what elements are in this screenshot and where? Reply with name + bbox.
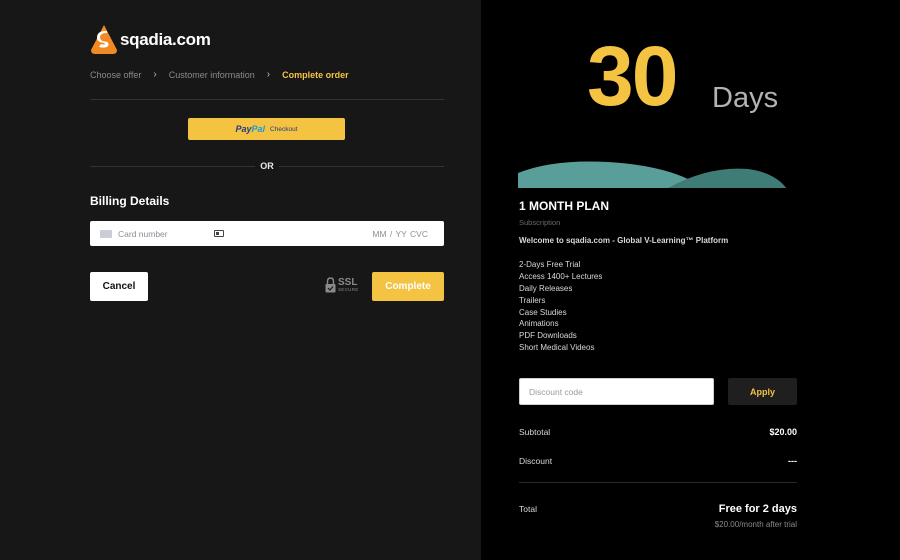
brand-name: sqadia.com xyxy=(120,30,211,49)
feature-item: Animations xyxy=(519,319,559,329)
breadcrumb: Choose offer › Customer information › Co… xyxy=(90,69,349,80)
wave-decoration xyxy=(518,161,786,188)
divider xyxy=(519,482,797,483)
paypal-checkout-button[interactable]: Pay Pal Checkout xyxy=(188,118,345,140)
or-separator: OR xyxy=(255,161,279,171)
expiry-cvc-placeholder[interactable]: MM / YY CVC xyxy=(372,229,428,239)
breadcrumb-customer-information[interactable]: Customer information xyxy=(169,70,255,80)
discount-code-placeholder: Discount code xyxy=(529,386,583,397)
total-label: Total xyxy=(519,504,537,514)
billing-details-heading: Billing Details xyxy=(90,194,170,208)
plan-days-word: Days xyxy=(712,82,779,114)
autofill-card-icon[interactable] xyxy=(214,230,224,237)
ssl-secure-badge: SSL SECURE xyxy=(325,277,359,293)
ssl-sublabel: SECURE xyxy=(338,286,359,292)
lock-icon xyxy=(325,277,336,293)
card-number-input[interactable]: Card number MM / YY CVC xyxy=(90,221,444,246)
feature-item: Case Studies xyxy=(519,307,567,317)
discount-value: --- xyxy=(788,456,797,466)
card-number-placeholder: Card number xyxy=(118,228,168,239)
feature-item: Short Medical Videos xyxy=(519,343,595,353)
total-value: Free for 2 days xyxy=(718,503,797,515)
feature-item: Daily Releases xyxy=(519,283,573,293)
chevron-right-icon: › xyxy=(153,69,157,80)
paypal-checkout-label: Checkout xyxy=(270,125,298,133)
paypal-logo-pal: Pal xyxy=(251,124,266,134)
sqadia-logo-icon xyxy=(91,25,117,54)
paypal-logo-pay: Pay xyxy=(235,124,252,134)
discount-code-input[interactable]: Discount code xyxy=(519,378,714,405)
cancel-button[interactable]: Cancel xyxy=(90,272,148,301)
breadcrumb-choose-offer[interactable]: Choose offer xyxy=(90,70,141,80)
feature-item: Trailers xyxy=(519,295,546,305)
plan-subtitle: Subscription xyxy=(519,218,561,227)
feature-item: 2-Days Free Trial xyxy=(519,260,581,269)
subtotal-value: $20.00 xyxy=(769,427,797,437)
total-note: $20.00/month after trial xyxy=(714,520,797,529)
subtotal-label: Subtotal xyxy=(519,427,551,437)
checkout-form-panel: sqadia.com Choose offer › Customer infor… xyxy=(0,0,481,560)
discount-label: Discount xyxy=(519,456,553,466)
credit-card-icon xyxy=(100,229,112,238)
breadcrumb-complete-order: Complete order xyxy=(282,69,349,80)
feature-item: Access 1400+ Lectures xyxy=(519,271,603,281)
divider xyxy=(90,99,444,100)
plan-title: 1 MONTH PLAN xyxy=(519,199,609,213)
plan-features-list: 2-Days Free Trial Access 1400+ Lectures … xyxy=(519,259,602,354)
plan-welcome-text: Welcome to sqadia.com - Global V-Learnin… xyxy=(519,236,729,245)
brand-logo[interactable]: sqadia.com xyxy=(90,24,211,56)
chevron-right-icon: › xyxy=(266,69,271,80)
complete-button[interactable]: Complete xyxy=(372,272,444,301)
apply-discount-button[interactable]: Apply xyxy=(728,378,797,405)
plan-days-number: 30 xyxy=(587,29,678,123)
feature-item: PDF Downloads xyxy=(519,331,577,341)
